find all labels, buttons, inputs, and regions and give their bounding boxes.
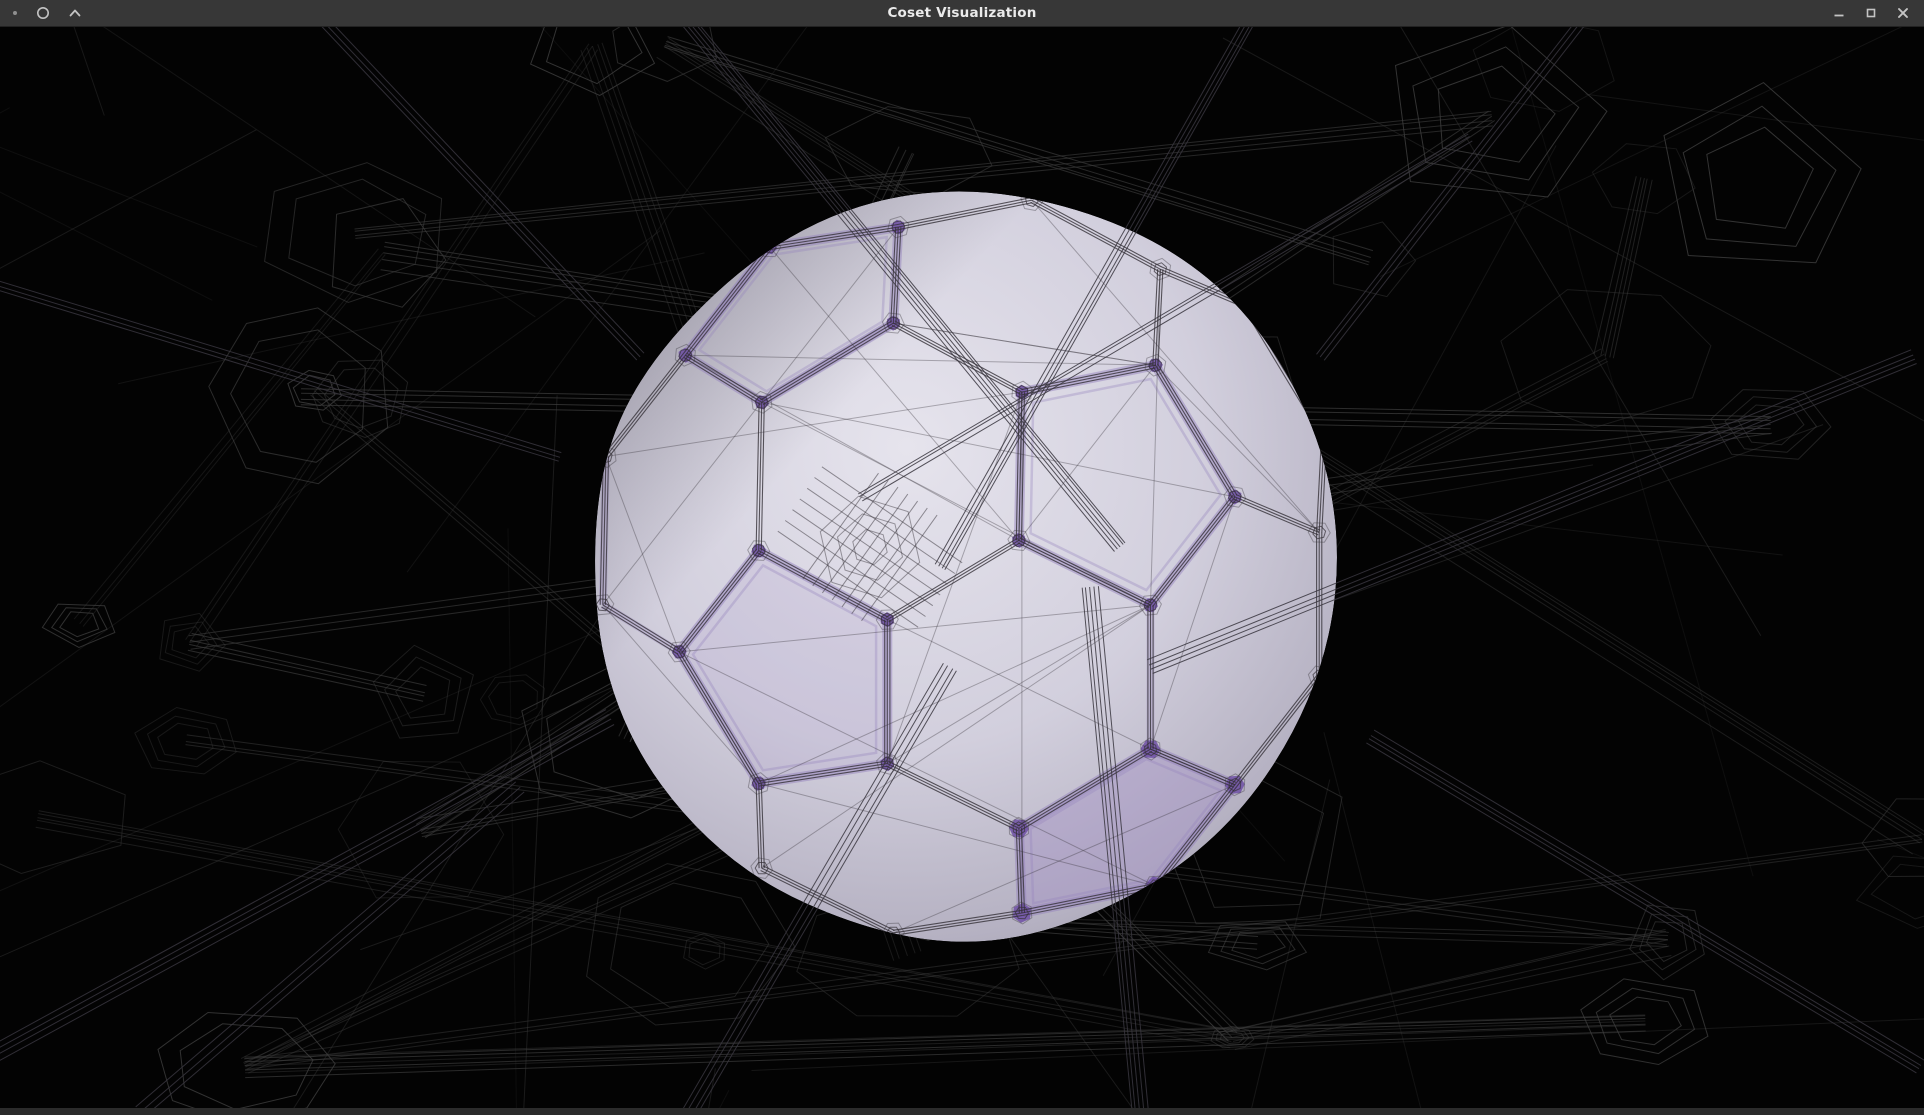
- titlebar[interactable]: Coset Visualization: [0, 0, 1924, 27]
- record-circle-icon[interactable]: [36, 6, 50, 20]
- minimize-button[interactable]: [1828, 2, 1850, 24]
- coset-3d-scene[interactable]: [0, 27, 1924, 1108]
- titlebar-left-icons: [0, 6, 82, 20]
- chevron-up-icon[interactable]: [68, 6, 82, 20]
- close-button[interactable]: [1892, 2, 1914, 24]
- window-controls: [1828, 2, 1924, 24]
- coset-3d-viewport[interactable]: [0, 27, 1924, 1108]
- window-title: Coset Visualization: [0, 5, 1924, 21]
- maximize-button[interactable]: [1860, 2, 1882, 24]
- status-dot-icon: [12, 10, 18, 16]
- app-window: Coset Visualization: [0, 0, 1924, 1114]
